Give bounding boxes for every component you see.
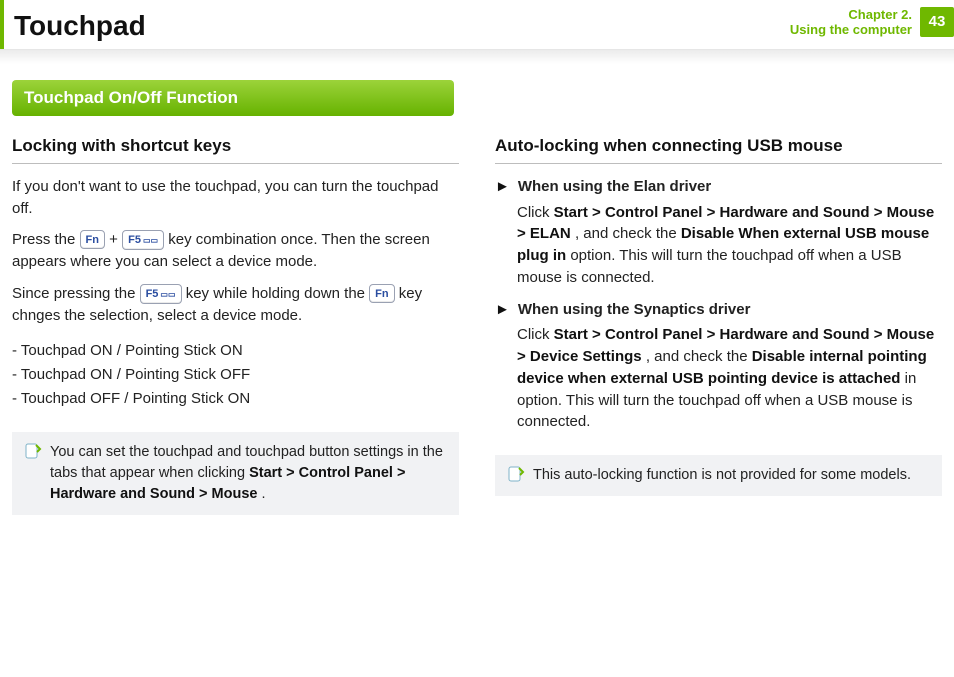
- left-subheading: Locking with shortcut keys: [12, 134, 459, 164]
- chapter-line-2: Using the computer: [790, 23, 912, 38]
- right-column: Auto-locking when connecting USB mouse ►…: [495, 134, 942, 514]
- driver-body-synaptics: Click Start > Control Panel > Hardware a…: [517, 324, 942, 433]
- right-subheading: Auto-locking when connecting USB mouse: [495, 134, 942, 164]
- triangle-icon: ►: [495, 176, 510, 198]
- page-title: Touchpad: [14, 6, 146, 47]
- content-columns: Locking with shortcut keys If you don't …: [12, 134, 942, 514]
- text: .: [262, 486, 266, 502]
- left-paragraph-1: If you don't want to use the touchpad, y…: [12, 176, 459, 220]
- text: Since pressing the: [12, 285, 140, 302]
- page-header: Touchpad Chapter 2. Using the computer 4…: [0, 0, 954, 49]
- driver-body-elan: Click Start > Control Panel > Hardware a…: [517, 202, 942, 289]
- note-text: You can set the touchpad and touchpad bu…: [50, 442, 447, 505]
- driver-title: When using the Synaptics driver: [518, 299, 751, 321]
- mode-list: - Touchpad ON / Pointing Stick ON - Touc…: [12, 340, 459, 409]
- header-divider: [0, 49, 954, 64]
- left-paragraph-3: Since pressing the F5▭▭ key while holdin…: [12, 283, 459, 327]
- f5-label: F5: [128, 234, 141, 246]
- text: option. This will turn the touchpad off …: [517, 247, 902, 286]
- text: Click: [517, 326, 554, 343]
- fn-key-icon: Fn: [80, 230, 105, 249]
- f5-label: F5: [146, 288, 159, 300]
- chapter-line-1: Chapter 2.: [790, 8, 912, 23]
- right-note-box: This auto-locking function is not provid…: [495, 455, 942, 496]
- note-icon: [24, 442, 42, 505]
- f5-sub-icon: ▭▭: [160, 290, 175, 299]
- text: +: [109, 231, 122, 248]
- mode-item: - Touchpad OFF / Pointing Stick ON: [12, 388, 459, 410]
- note-icon: [507, 465, 525, 486]
- fn-key-icon: Fn: [369, 284, 394, 303]
- text: , and check the: [646, 348, 752, 365]
- triangle-icon: ►: [495, 299, 510, 321]
- note-text: This auto-locking function is not provid…: [533, 465, 911, 486]
- mode-item: - Touchpad ON / Pointing Stick ON: [12, 340, 459, 362]
- header-right: Chapter 2. Using the computer 43: [790, 6, 954, 38]
- page: Touchpad Chapter 2. Using the computer 4…: [0, 0, 954, 527]
- section-title-bar: Touchpad On/Off Function: [12, 80, 454, 117]
- f5-key-icon: F5▭▭: [122, 230, 164, 250]
- text: , and check the: [575, 225, 681, 242]
- f5-sub-icon: ▭▭: [143, 236, 158, 245]
- driver-title: When using the Elan driver: [518, 176, 711, 198]
- text: Press the: [12, 231, 80, 248]
- text: key while holding down the: [186, 285, 369, 302]
- mode-item: - Touchpad ON / Pointing Stick OFF: [12, 364, 459, 386]
- left-note-box: You can set the touchpad and touchpad bu…: [12, 432, 459, 515]
- text: Click: [517, 204, 554, 221]
- left-paragraph-2: Press the Fn + F5▭▭ key combination once…: [12, 229, 459, 273]
- f5-key-icon: F5▭▭: [140, 284, 182, 304]
- driver-item-elan: ► When using the Elan driver: [495, 176, 942, 198]
- left-column: Locking with shortcut keys If you don't …: [12, 134, 459, 514]
- driver-item-synaptics: ► When using the Synaptics driver: [495, 299, 942, 321]
- page-number: 43: [920, 7, 954, 37]
- chapter-label: Chapter 2. Using the computer: [790, 6, 912, 38]
